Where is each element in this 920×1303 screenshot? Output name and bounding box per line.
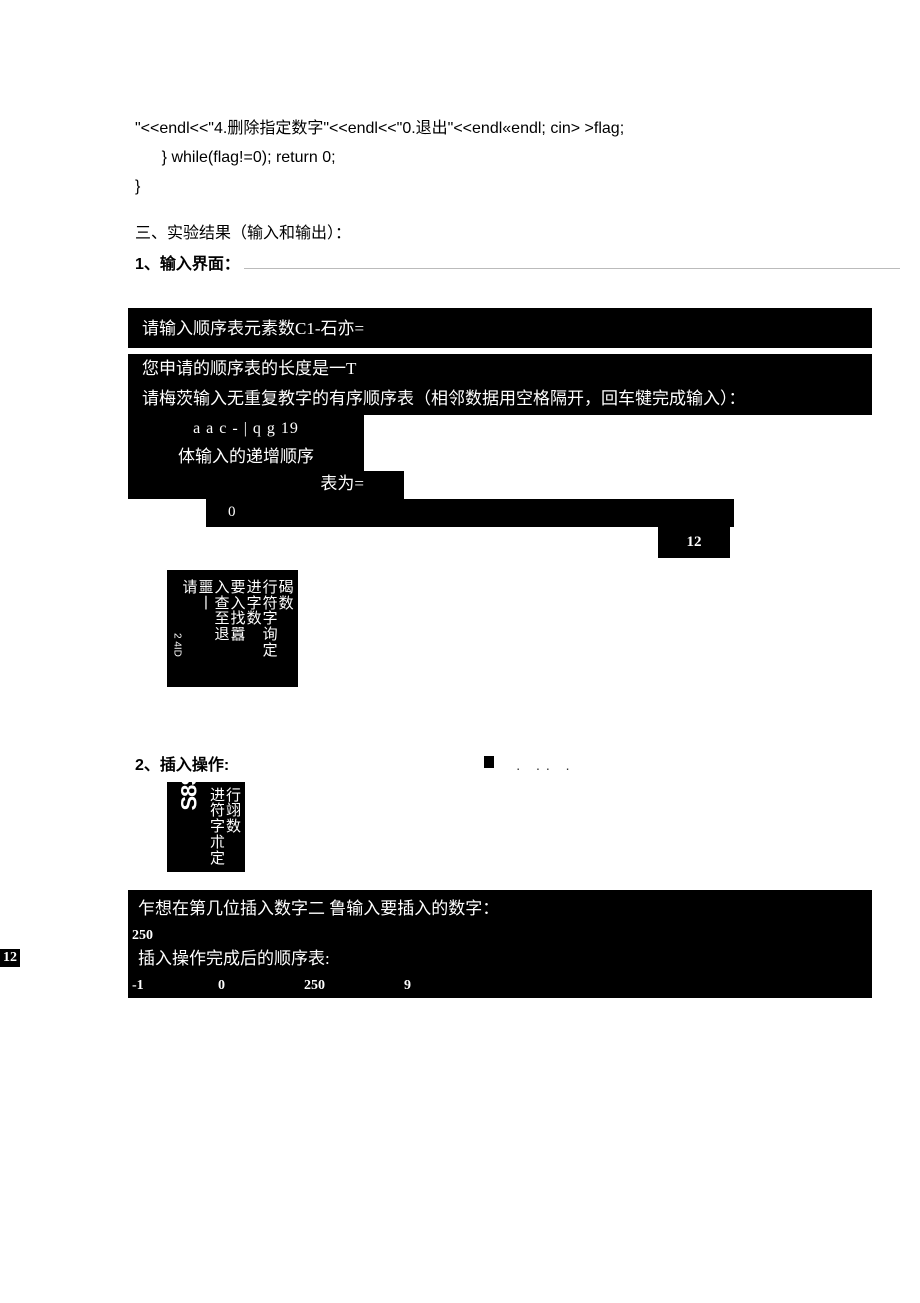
- code-line: } while(flag!=0); return 0;: [135, 144, 900, 173]
- console-menu-block: 2 4ID 请 噩丨 入查至退 要入找囂 进字数 行符字询定 碣数: [167, 570, 298, 687]
- console-insert-block: 乍想在第几位插入数字二 鲁输入要插入的数字： 250 插入操作完成后的顺序表: …: [20, 890, 900, 998]
- code-block: "<<endl<<"4.删除指定数字"<<endl<<"0.退出"<<endl«…: [135, 115, 900, 201]
- console-value: 250: [128, 925, 872, 947]
- menu-col: 要入找囂: [231, 580, 246, 643]
- menu-col: 碣数: [279, 580, 294, 612]
- code-line: "<<endl<<"4.删除指定数字"<<endl<<"0.退出"<<endl«…: [135, 115, 900, 144]
- section-3-title: 三、实验结果（输入和输出）：: [135, 219, 900, 249]
- console-result-row: -1 0 250 9: [128, 975, 872, 999]
- result-cell: 0: [218, 975, 304, 997]
- console-line: 乍想在第几位插入数字二 鲁输入要插入的数字：: [128, 890, 872, 924]
- section-3-sub1: 1、输入界面：: [135, 250, 240, 274]
- console-line: 请梅茨输入无重复教字的有序顺序表（相邻数据用空格隔开，回车犍完成输入）：: [128, 384, 872, 414]
- console-values: a a c - | q g 19: [128, 415, 364, 444]
- menu-col: 入查至退: [215, 580, 230, 643]
- underline: [244, 252, 900, 269]
- console-line: 表为=: [128, 471, 404, 499]
- result-cell: -1: [132, 975, 218, 997]
- menu-s8s: S8S: [177, 788, 200, 810]
- console-line: 体输入的递增顺序: [128, 444, 364, 471]
- console-value-twelve: 12: [658, 527, 730, 558]
- menu-col: 行翊数: [226, 788, 241, 835]
- console-line: 请输入顺序表元素数C1-石亦=: [128, 308, 872, 348]
- menu-col: 进符字朮定: [210, 788, 225, 867]
- margin-badge-12: 12: [0, 949, 20, 967]
- console-line: 您申请的顺序表的长度是一T: [128, 354, 872, 384]
- code-line: }: [135, 173, 900, 202]
- menu-col: 进字数: [247, 580, 262, 627]
- menu-col: 噩丨: [199, 580, 214, 612]
- console-value-zero: 0: [206, 499, 734, 526]
- menu-side-digits: 2 4ID: [171, 633, 182, 659]
- menu-col: 请: [183, 580, 198, 612]
- console-menu-block-2: S8S 进符字朮定 行翊数: [167, 782, 245, 873]
- menu-col: 行符字询定: [263, 580, 278, 659]
- decoration-dots: . .. .: [484, 757, 575, 775]
- console-screenshot-1: 请输入顺序表元素数C1-石亦= 您申请的顺序表的长度是一T 请梅茨输入无重复教字…: [20, 308, 900, 687]
- result-cell: 250: [304, 975, 404, 997]
- console-line: 插入操作完成后的顺序表:: [128, 946, 872, 974]
- result-cell: 9: [404, 975, 464, 997]
